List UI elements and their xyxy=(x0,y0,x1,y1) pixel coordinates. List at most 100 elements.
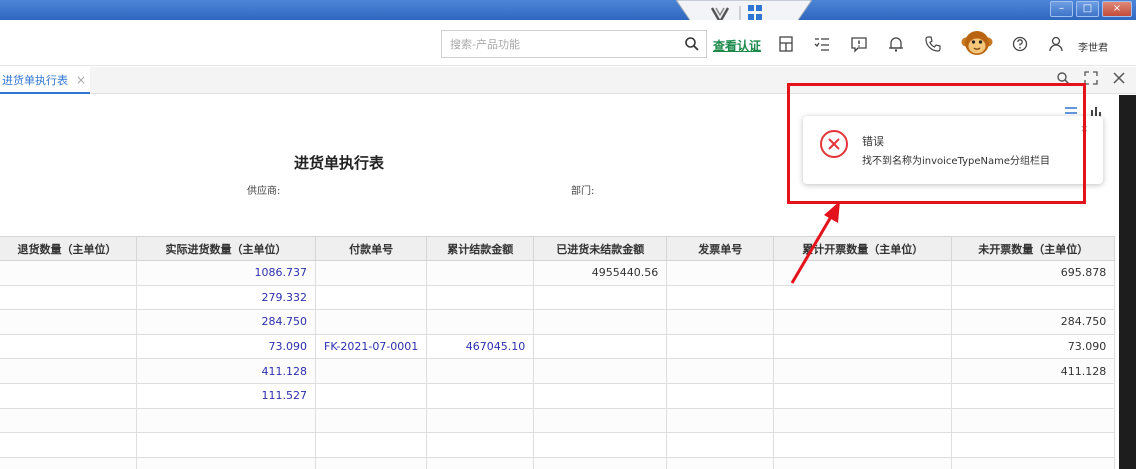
minimize-button[interactable]: – xyxy=(1050,1,1073,17)
table-cell xyxy=(533,309,668,335)
table-cell xyxy=(951,382,1116,409)
table-row[interactable]: 279.332 xyxy=(0,284,1116,311)
column-header[interactable]: 发票单号 xyxy=(666,236,775,261)
column-header[interactable]: 累计结款金额 xyxy=(426,236,535,261)
tab-purchase-execution[interactable]: 进货单执行表 × xyxy=(0,67,91,94)
top-toolbar: 查看认证 xyxy=(0,20,1136,66)
table-cell xyxy=(136,407,316,434)
close-icon[interactable] xyxy=(1112,71,1126,85)
tab-label: 进货单执行表 xyxy=(2,74,68,87)
checklist-icon[interactable] xyxy=(813,35,831,53)
table-cell: 467045.10 xyxy=(426,333,535,360)
table-cell xyxy=(951,432,1116,458)
close-window-button[interactable]: × xyxy=(1102,1,1132,17)
table-cell: 4955440.56 xyxy=(533,260,668,286)
search-input[interactable] xyxy=(442,31,672,57)
table-cell xyxy=(533,284,668,311)
table-cell xyxy=(773,407,953,434)
table-cell: 73.090 xyxy=(136,333,316,360)
table-cell xyxy=(0,407,137,434)
table-cell xyxy=(666,382,775,409)
table-cell xyxy=(666,284,775,311)
table-cell xyxy=(0,456,137,469)
user-icon[interactable] xyxy=(1047,35,1065,53)
table-cell xyxy=(0,358,137,384)
table-cell xyxy=(666,358,775,384)
column-header[interactable]: 未开票数量（主单位） xyxy=(951,236,1116,261)
fullscreen-icon[interactable] xyxy=(1084,71,1098,85)
title-bar: – □ × xyxy=(0,0,1136,20)
table-cell: 73.090 xyxy=(951,333,1116,360)
message-icon[interactable] xyxy=(850,35,868,53)
column-header[interactable]: 已进货未结款金额 xyxy=(533,236,668,261)
table-cell xyxy=(314,382,428,409)
table-cell: 411.128 xyxy=(136,358,316,384)
table-cell xyxy=(426,432,535,458)
avatar-icon[interactable] xyxy=(961,28,993,58)
table-cell xyxy=(773,382,953,409)
table-cell: 411.128 xyxy=(951,358,1116,384)
table-cell: 1086.737 xyxy=(136,260,316,286)
table-cell: 284.750 xyxy=(136,309,316,335)
table-row[interactable]: 284.750 284.750 xyxy=(0,309,1116,335)
table-cell xyxy=(314,260,428,286)
supplier-label: 供应商: xyxy=(247,186,281,197)
table-cell xyxy=(773,456,953,469)
table-cell xyxy=(136,456,316,469)
table-cell: 111.527 xyxy=(136,382,316,409)
table-cell xyxy=(773,333,953,360)
table-cell xyxy=(666,309,775,335)
username-label: 李世君 xyxy=(1078,43,1108,54)
table-cell xyxy=(533,333,668,360)
tab-close-icon[interactable]: × xyxy=(76,73,86,87)
table-row[interactable] xyxy=(0,407,1116,434)
table-row[interactable]: 1086.737 4955440.56 695.878 xyxy=(0,260,1116,286)
table-cell xyxy=(666,432,775,458)
table-cell xyxy=(426,260,535,286)
table-cell xyxy=(314,309,428,335)
table-cell xyxy=(314,407,428,434)
table-row[interactable] xyxy=(0,432,1116,458)
table-cell xyxy=(426,382,535,409)
right-edge-bar xyxy=(1119,95,1136,469)
table-cell xyxy=(426,309,535,335)
table-cell xyxy=(666,333,775,360)
table-cell xyxy=(426,284,535,311)
table-cell xyxy=(0,309,137,335)
maximize-button[interactable]: □ xyxy=(1076,1,1099,17)
table-cell xyxy=(314,284,428,311)
table-row[interactable]: 411.128 411.128 xyxy=(0,358,1116,384)
table-cell xyxy=(666,407,775,434)
verify-link[interactable]: 查看认证 xyxy=(713,37,761,54)
table-row[interactable]: 73.090 FK-2021-07-0001 467045.10 73.090 xyxy=(0,333,1116,360)
table-cell xyxy=(773,358,953,384)
table-cell xyxy=(426,456,535,469)
table-cell xyxy=(666,260,775,286)
report-table: 退货数量（主单位） 实际进货数量（主单位） 付款单号 累计结款金额 已进货未结款… xyxy=(0,236,1116,469)
table-row[interactable] xyxy=(0,456,1116,469)
table-cell xyxy=(136,432,316,458)
table-row[interactable]: 111.527 xyxy=(0,382,1116,409)
calculator-icon[interactable] xyxy=(777,35,795,53)
department-label: 部门: xyxy=(571,186,595,197)
annotation-arrow-icon xyxy=(790,201,840,284)
column-header[interactable]: 实际进货数量（主单位） xyxy=(136,236,316,261)
window-controls: – □ × xyxy=(1050,1,1132,17)
table-cell xyxy=(0,333,137,360)
table-cell: 695.878 xyxy=(951,260,1116,286)
search-box[interactable] xyxy=(441,30,707,58)
table-cell xyxy=(951,407,1116,434)
app-window: – □ × 查看认证 xyxy=(0,0,1136,469)
column-header[interactable]: 付款单号 xyxy=(314,236,428,261)
bell-icon[interactable] xyxy=(887,35,905,53)
table-cell xyxy=(773,432,953,458)
report-title: 进货单执行表 xyxy=(294,154,385,172)
phone-icon[interactable] xyxy=(924,35,942,53)
table-cell xyxy=(533,407,668,434)
table-cell xyxy=(0,284,137,311)
table-cell: 279.332 xyxy=(136,284,316,311)
column-header[interactable]: 退货数量（主单位） xyxy=(0,236,137,261)
table-cell xyxy=(314,456,428,469)
help-icon[interactable] xyxy=(1011,35,1029,53)
search-icon[interactable] xyxy=(684,36,700,52)
